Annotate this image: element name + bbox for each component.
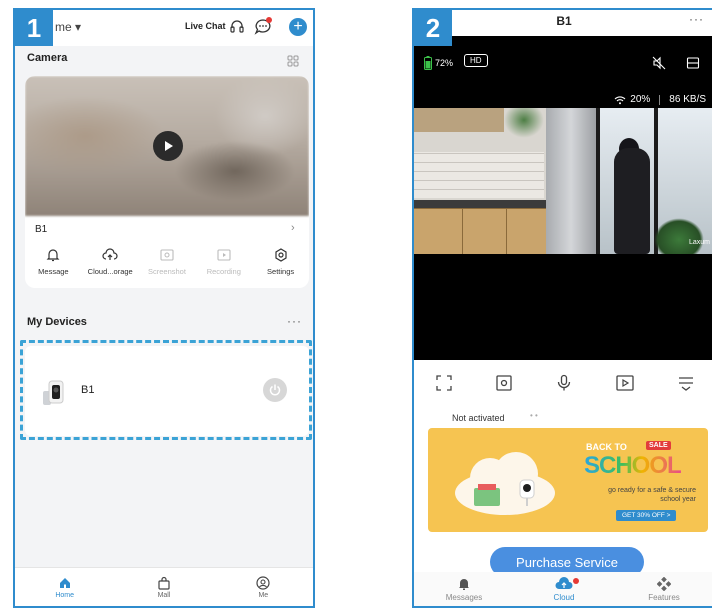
nav-home[interactable]: Home — [30, 568, 100, 606]
play-button[interactable] — [153, 131, 183, 161]
bell-icon — [459, 578, 469, 590]
nav-features-label: Features — [648, 592, 680, 602]
live-view-screen: 2 B1 ··· 72% HD 20% 86 KB/S Laxum Not ac… — [412, 8, 712, 608]
signal-status: 20% 86 KB/S — [614, 94, 706, 105]
step-badge-1: 1 — [15, 10, 53, 46]
chevron-right-icon[interactable]: › — [291, 222, 295, 234]
not-activated-label: Not activated — [452, 413, 505, 423]
cloud-storage-action[interactable]: Cloud...orage — [83, 246, 137, 286]
play-icon — [165, 141, 173, 151]
nav-mall[interactable]: Mall — [129, 568, 199, 606]
home-screen: 1 me ▾ Live Chat + Camera B1 › Message C… — [13, 8, 315, 608]
profile-icon — [256, 575, 270, 590]
nav-home-label: Home — [55, 591, 74, 599]
cloud-notification-dot — [573, 578, 579, 584]
more-options-button[interactable]: ··· — [689, 12, 704, 26]
video-player[interactable]: 72% HD 20% 86 KB/S Laxum — [414, 36, 712, 360]
live-chat-link[interactable]: Live Chat — [185, 21, 226, 31]
notification-dot — [266, 17, 272, 23]
live-view-title: B1 — [556, 14, 572, 28]
wifi-strength: 20% — [630, 94, 651, 105]
camera-name[interactable]: B1 — [35, 224, 47, 235]
step-badge-2: 2 — [414, 10, 452, 46]
power-icon — [269, 384, 281, 396]
nav-me-label: Me — [258, 591, 269, 599]
live-bottom-nav: Messages Cloud Features — [414, 572, 712, 606]
nav-messages[interactable]: Messages — [429, 572, 499, 606]
chat-bubble-icon[interactable] — [253, 17, 273, 37]
settings-label: Settings — [267, 267, 295, 276]
camera-action-row: Message Cloud...orage Screenshot Recordi… — [25, 246, 309, 286]
record-icon[interactable] — [615, 374, 635, 397]
headset-icon[interactable] — [227, 17, 247, 37]
promo-line-2: school year — [660, 496, 696, 503]
bottom-nav: Home Mall Me — [15, 567, 313, 606]
nav-features[interactable]: Features — [629, 572, 699, 606]
signal-separator — [659, 94, 661, 105]
add-device-button[interactable]: + — [289, 18, 307, 36]
camera-device-icon — [37, 375, 71, 409]
promo-sale-badge: SALE — [646, 441, 671, 450]
message-action[interactable]: Message — [26, 246, 80, 286]
power-button[interactable] — [263, 378, 287, 402]
nav-me[interactable]: Me — [228, 568, 298, 606]
my-devices-title: My Devices — [27, 316, 87, 328]
message-action-label: Message — [38, 267, 69, 276]
screenshot-icon — [160, 246, 174, 264]
screenshot-action[interactable]: Screenshot — [140, 246, 194, 286]
cloud-storage-label: Cloud...orage — [87, 267, 133, 276]
battery-icon — [424, 56, 432, 70]
battery-indicator: 72% — [424, 56, 453, 70]
video-record-icon — [217, 246, 231, 264]
playback-list-icon[interactable] — [686, 56, 700, 75]
device-name: B1 — [81, 384, 95, 396]
battery-percent: 72% — [435, 58, 454, 68]
bitrate: 86 KB/S — [669, 94, 706, 105]
nav-cloud[interactable]: Cloud — [529, 572, 599, 606]
live-view-header: B1 ··· — [414, 10, 712, 36]
fullscreen-icon[interactable] — [435, 374, 453, 397]
features-icon — [657, 576, 671, 591]
nav-mall-label: Mall — [157, 591, 171, 599]
recording-action[interactable]: Recording — [197, 246, 251, 286]
camera-watermark: Laxum — [688, 239, 710, 246]
recording-label: Recording — [206, 267, 241, 276]
home-icon — [59, 577, 70, 588]
cloud-upload-icon — [102, 246, 118, 264]
home-selector[interactable]: me ▾ — [55, 20, 81, 34]
camera-section-title: Camera — [27, 52, 68, 64]
mute-icon[interactable] — [652, 56, 666, 75]
microphone-icon[interactable] — [555, 374, 573, 397]
promo-cta-button[interactable]: GET 30% OFF > — [616, 510, 677, 521]
devices-more-button[interactable]: ··· — [287, 314, 302, 328]
promo-banner[interactable]: BACK TO SALE SCHOOL go ready for a safe … — [428, 428, 708, 532]
camera-card: B1 › Message Cloud...orage Screenshot Re… — [25, 76, 309, 288]
grid-view-icon[interactable] — [287, 54, 299, 72]
nav-cloud-label: Cloud — [553, 592, 575, 602]
promo-description: go ready for a safe & secure school year — [578, 486, 696, 504]
gear-icon — [274, 246, 288, 264]
screenshot-icon[interactable] — [495, 374, 513, 397]
carousel-dots: • • — [530, 411, 538, 420]
wifi-icon — [614, 95, 626, 104]
promo-line-1: go ready for a safe & secure — [608, 487, 696, 494]
live-frame: Laxum — [414, 108, 712, 254]
settings-action[interactable]: Settings — [254, 246, 308, 286]
menu-icon[interactable] — [677, 374, 695, 397]
cloud-illustration — [455, 452, 555, 515]
home-header: me ▾ Live Chat + — [15, 10, 313, 46]
live-controls — [414, 370, 712, 400]
nav-messages-label: Messages — [445, 592, 483, 602]
shopping-bag-icon — [158, 576, 170, 590]
hd-toggle[interactable]: HD — [464, 54, 488, 67]
bell-icon — [46, 246, 60, 264]
promo-school: SCHOOL — [584, 452, 682, 479]
cloud-upload-icon — [555, 576, 573, 589]
promo-back-to: BACK TO — [586, 442, 627, 452]
screenshot-label: Screenshot — [148, 267, 186, 276]
